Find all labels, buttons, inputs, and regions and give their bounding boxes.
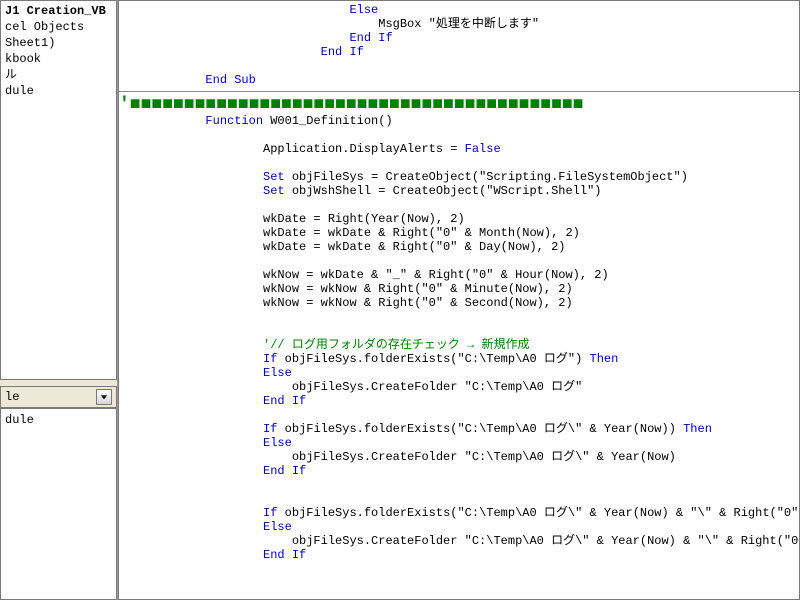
function-header[interactable]: Function W001_Definition() <box>119 114 799 142</box>
project-explorer[interactable]: J1 Creation_VB cel Objects Sheet1) kbook… <box>0 0 117 380</box>
sidebar: J1 Creation_VB cel Objects Sheet1) kbook… <box>0 0 118 600</box>
procedure-divider <box>119 91 799 92</box>
code-pane[interactable]: Else MsgBox "処理を中断します" End If End If End… <box>118 0 800 600</box>
tree-node[interactable]: Sheet1) <box>5 35 112 51</box>
code-block-body[interactable]: Application.DisplayAlerts = False Set ob… <box>119 142 799 562</box>
project-root-node[interactable]: J1 Creation_VB <box>5 3 112 19</box>
comment-bar: '■■■■■■■■■■■■■■■■■■■■■■■■■■■■■■■■■■■■■■■… <box>119 96 799 114</box>
tree-node[interactable]: kbook <box>5 51 112 67</box>
object-selector[interactable]: le <box>0 386 117 408</box>
root: J1 Creation_VB cel Objects Sheet1) kbook… <box>0 0 800 600</box>
object-selector-value: le <box>5 390 96 404</box>
chevron-down-icon[interactable] <box>96 389 112 405</box>
class-list[interactable]: dule <box>0 408 117 600</box>
tree-node[interactable]: ル <box>5 67 112 83</box>
tree-node[interactable]: dule <box>5 83 112 99</box>
tree-node[interactable]: cel Objects <box>5 19 112 35</box>
code-block-top[interactable]: Else MsgBox "処理を中断します" End If End If End… <box>119 3 799 87</box>
list-item[interactable]: dule <box>5 413 112 427</box>
